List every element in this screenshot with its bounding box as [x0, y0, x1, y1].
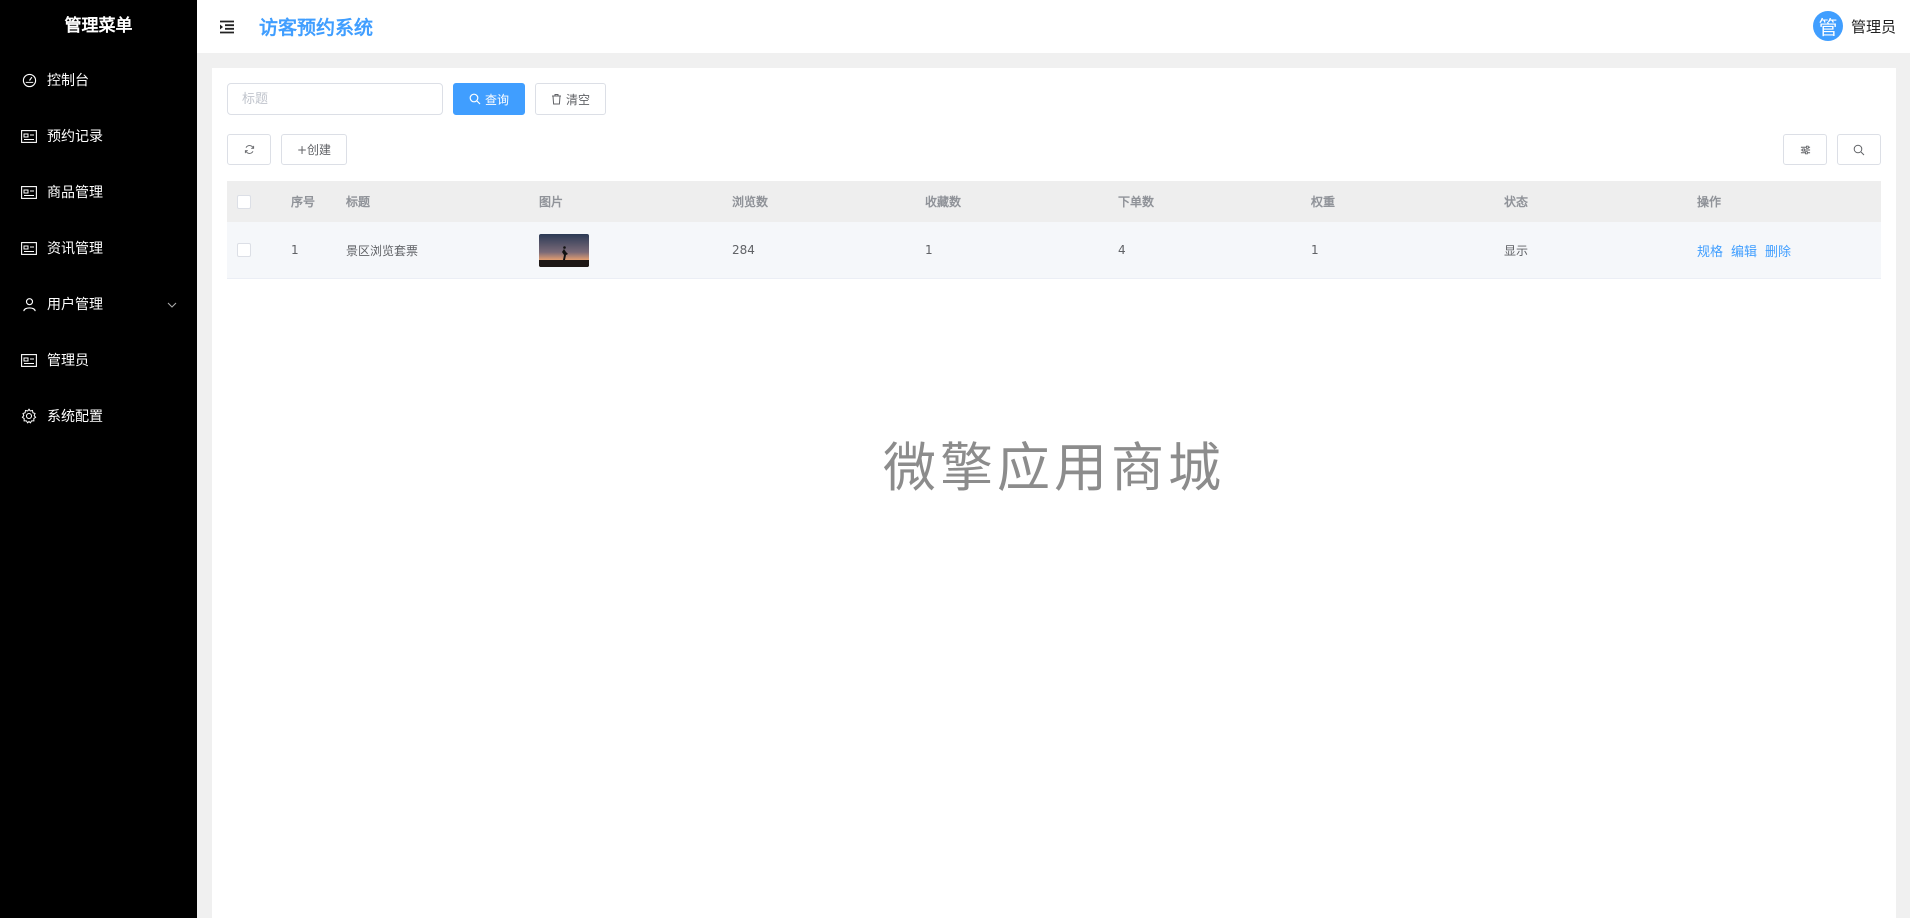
sidebar-item-users[interactable]: 用户管理	[0, 276, 197, 332]
search-bar: 查询 清空	[227, 83, 607, 115]
gear-icon	[21, 408, 37, 424]
card-icon	[21, 184, 37, 200]
card-icon	[21, 128, 37, 144]
column-header-views: 浏览数	[732, 195, 769, 209]
main-panel: 查询 清空 +创建 序号 标题 图片 浏览数 收藏数 下单数 权重 状态	[212, 68, 1896, 918]
sidebar-item-label: 控制台	[47, 73, 89, 89]
sidebar-item-label: 商品管理	[47, 185, 103, 201]
row-weight: 1	[1311, 243, 1319, 257]
column-header-ops: 操作	[1697, 195, 1722, 209]
row-thumbnail-image[interactable]	[539, 233, 589, 267]
delete-link[interactable]: 删除	[1765, 241, 1791, 260]
column-header-orders: 下单数	[1118, 195, 1155, 209]
row-status: 显示	[1504, 243, 1529, 258]
row-views: 284	[732, 243, 755, 257]
column-header-weight: 权重	[1311, 195, 1336, 209]
sidebar-item-label: 管理员	[47, 353, 89, 369]
user-icon	[21, 296, 37, 312]
edit-link[interactable]: 编辑	[1731, 241, 1757, 260]
app-title: 访客预约系统	[259, 17, 374, 39]
search-icon	[469, 93, 481, 105]
sidebar-item-dashboard[interactable]: 控制台	[0, 52, 197, 108]
watermark: 微擎应用商城	[212, 426, 1896, 502]
row-actions: 规格 编辑 删除	[1697, 241, 1887, 260]
sidebar: 管理菜单 控制台 预约记录 商品管理 资讯管理 用户管理 管理员 系统配置	[0, 0, 197, 918]
column-header-status: 状态	[1504, 195, 1529, 209]
create-button[interactable]: +创建	[281, 134, 348, 165]
card-icon	[21, 240, 37, 256]
refresh-icon	[244, 145, 254, 154]
row-title: 景区浏览套票	[346, 243, 419, 258]
table-toolbar: +创建	[227, 134, 348, 165]
row-favs: 1	[925, 243, 933, 257]
column-header-title: 标题	[346, 195, 371, 209]
row-orders: 4	[1118, 243, 1126, 257]
sidebar-item-label: 用户管理	[47, 297, 103, 313]
table-row[interactable]: 1 景区浏览套票 284 1 4 1 显示 规格 编辑 删除	[227, 222, 1881, 279]
table-tools-right	[1783, 134, 1881, 165]
user-name: 管理员	[1850, 17, 1896, 36]
clear-button-label: 清空	[566, 92, 591, 107]
clear-button[interactable]: 清空	[535, 83, 607, 115]
column-header-image: 图片	[539, 195, 564, 209]
watermark-text: 微擎应用商城	[883, 438, 1225, 499]
sidebar-item-settings[interactable]: 系统配置	[0, 388, 197, 444]
sidebar-item-bookings[interactable]: 预约记录	[0, 108, 197, 164]
user-menu[interactable]: 管 管理员	[1812, 11, 1896, 41]
query-button-label: 查询	[485, 92, 510, 107]
filter-sliders-icon	[1800, 145, 1810, 154]
sidebar-item-label: 资讯管理	[47, 241, 103, 257]
chevron-down-icon	[167, 296, 177, 312]
row-checkbox[interactable]	[237, 243, 251, 257]
spec-link[interactable]: 规格	[1697, 241, 1723, 260]
table-header: 序号 标题 图片 浏览数 收藏数 下单数 权重 状态 操作	[227, 181, 1881, 222]
search-icon	[1853, 144, 1865, 155]
card-icon	[21, 352, 37, 368]
sidebar-title: 管理菜单	[64, 16, 133, 36]
trash-icon	[552, 94, 562, 105]
column-settings-button[interactable]	[1783, 134, 1827, 165]
sidebar-item-label: 预约记录	[47, 129, 103, 145]
avatar: 管	[1812, 11, 1843, 41]
sidebar-item-label: 系统配置	[47, 409, 103, 425]
query-button[interactable]: 查询	[453, 83, 526, 115]
toggle-search-button[interactable]	[1837, 134, 1881, 165]
select-all-checkbox[interactable]	[237, 194, 251, 209]
top-header: 访客预约系统 管 管理员	[197, 0, 1910, 53]
dashboard-icon	[21, 72, 37, 88]
column-header-idx: 序号	[291, 195, 316, 209]
title-search-input[interactable]	[227, 83, 443, 115]
column-header-favs: 收藏数	[925, 195, 962, 209]
sidebar-item-admins[interactable]: 管理员	[0, 332, 197, 388]
sidebar-item-news[interactable]: 资讯管理	[0, 220, 197, 276]
sidebar-item-products[interactable]: 商品管理	[0, 164, 197, 220]
row-idx: 1	[291, 243, 299, 257]
data-table: 序号 标题 图片 浏览数 收藏数 下单数 权重 状态 操作 1 景区浏览套票 2…	[227, 181, 1881, 279]
refresh-button[interactable]	[227, 134, 271, 165]
menu-fold-icon[interactable]	[211, 11, 243, 43]
